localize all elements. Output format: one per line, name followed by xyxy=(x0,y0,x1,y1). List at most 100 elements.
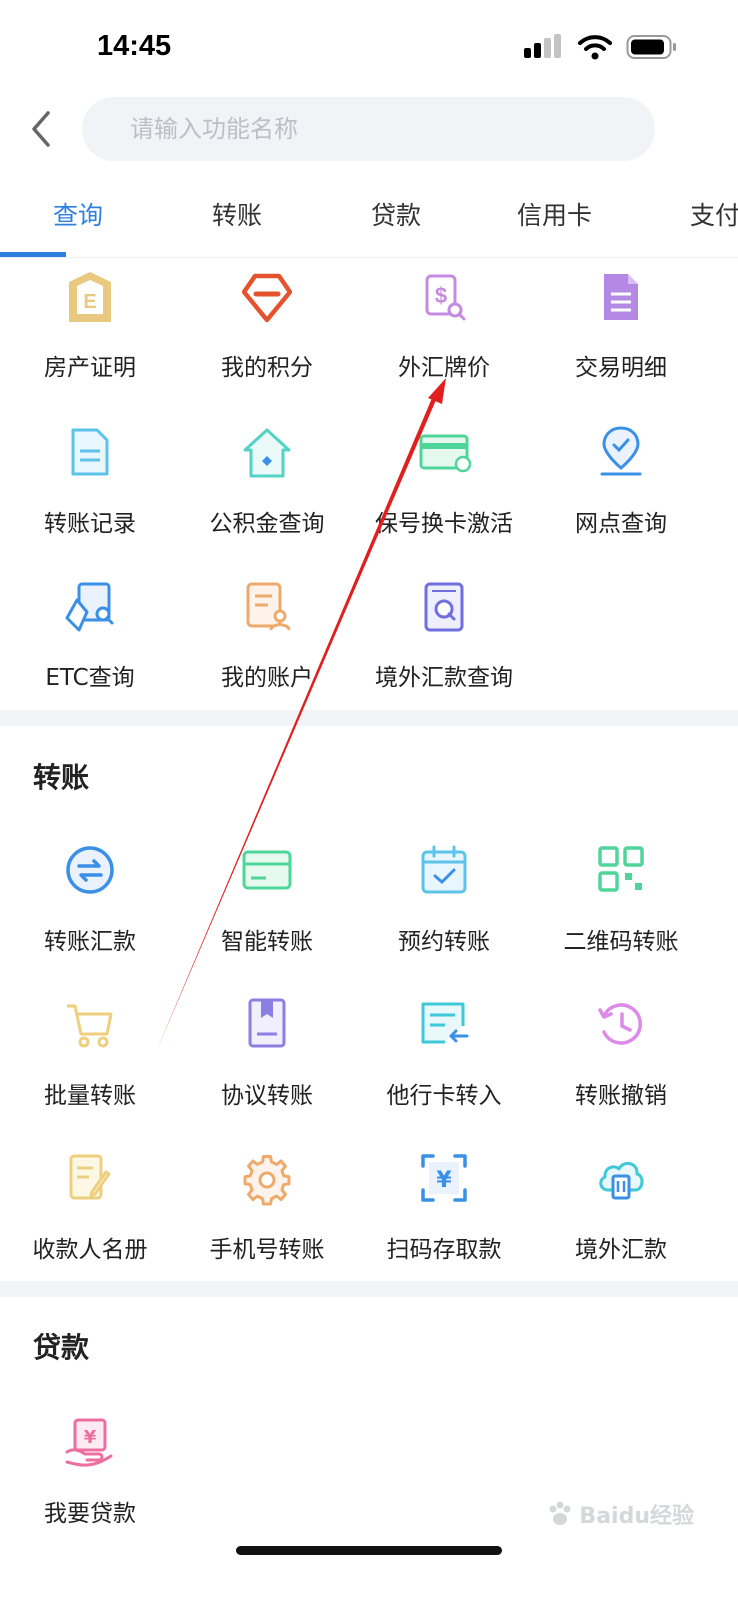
grid-item-label: 智能转账 xyxy=(221,929,313,955)
grid-item-label: 外汇牌价 xyxy=(398,355,490,381)
grid-item-label: 网点查询 xyxy=(575,511,667,537)
back-arrow-icon[interactable] xyxy=(26,109,58,149)
grid-item-transfer-revoke[interactable]: 转账撤销 xyxy=(531,996,711,1136)
svg-text:$: $ xyxy=(435,283,447,308)
scan-deposit-icon: ¥ xyxy=(421,1154,467,1202)
grid-item-batch-transfer[interactable]: 批量转账 xyxy=(0,996,180,1136)
grid-item-overseas-remittance[interactable]: 境外汇款 xyxy=(531,1150,711,1290)
card-activation-icon xyxy=(419,434,472,473)
watermark-text: Baidu经验 xyxy=(579,1504,694,1529)
grid-item-branch-query[interactable]: 网点查询 xyxy=(531,424,711,564)
grid-item-qrcode-transfer[interactable]: 二维码转账 xyxy=(531,842,711,982)
grid-item-label: 房产证明 xyxy=(44,355,136,381)
grid-item-label: 批量转账 xyxy=(44,1083,136,1109)
scheduled-transfer-icon xyxy=(421,845,467,894)
grid-item-scheduled-transfer[interactable]: 预约转账 xyxy=(354,842,534,982)
payee-list-icon xyxy=(69,1154,111,1200)
svg-text:¥: ¥ xyxy=(84,1427,97,1448)
property-certificate-icon: E xyxy=(69,272,111,322)
housing-fund-icon xyxy=(243,428,291,478)
tab-loan[interactable]: 贷款 xyxy=(371,196,421,232)
grid-item-label: 扫码存取款 xyxy=(386,1237,502,1263)
grid-item-my-points[interactable]: 我的积分 xyxy=(177,268,357,408)
transfer-record-icon xyxy=(71,428,109,476)
status-bar: 14:45 xyxy=(0,0,738,90)
transfer-revoke-icon xyxy=(598,1003,642,1045)
status-time: 14:45 xyxy=(97,30,172,62)
overseas-remittance-cloud-icon xyxy=(599,1161,644,1200)
grid-item-label: 预约转账 xyxy=(398,929,490,955)
category-tabs: 查询 转账 贷款 信用卡 支付 xyxy=(0,180,738,258)
search-input[interactable] xyxy=(82,97,655,161)
grid-item-label: 手机号转账 xyxy=(209,1237,325,1263)
grid-item-label: 公积金查询 xyxy=(209,511,325,537)
tab-active-indicator xyxy=(0,252,66,257)
forex-rate-icon: $ xyxy=(425,274,466,321)
tab-transfer[interactable]: 转账 xyxy=(212,196,262,232)
grid-item-label: 转账撤销 xyxy=(575,1083,667,1109)
grid-item-label: 我的账户 xyxy=(221,665,313,691)
grid-item-housing-fund[interactable]: 公积金查询 xyxy=(177,424,357,564)
section-title-transfer: 转账 xyxy=(33,761,90,794)
home-indicator[interactable] xyxy=(236,1546,502,1555)
batch-transfer-cart-icon xyxy=(67,1004,113,1048)
grid-item-my-account[interactable]: 我的账户 xyxy=(177,578,357,718)
grid-item-agreement-transfer[interactable]: 协议转账 xyxy=(177,996,357,1136)
grid-item-phone-transfer[interactable]: 手机号转账 xyxy=(177,1150,357,1290)
grid-item-card-activation[interactable]: 保号换卡激活 xyxy=(354,424,534,564)
search-box[interactable] xyxy=(82,97,655,161)
section-title-loan: 贷款 xyxy=(33,1331,90,1364)
grid-item-label: 我的积分 xyxy=(221,355,313,381)
section-divider xyxy=(0,1281,738,1297)
grid-item-label: 保号换卡激活 xyxy=(375,511,513,537)
status-icons xyxy=(524,34,678,60)
grid-item-label: 他行卡转入 xyxy=(386,1083,502,1109)
search-row xyxy=(0,97,738,161)
grid-item-label: 转账记录 xyxy=(44,511,136,537)
points-diamond-icon xyxy=(242,273,292,323)
transaction-detail-icon xyxy=(604,274,638,320)
grid-item-other-bank-transfer-in[interactable]: 他行卡转入 xyxy=(354,996,534,1136)
agreement-transfer-icon xyxy=(248,998,286,1048)
smart-transfer-icon xyxy=(242,850,292,890)
grid-item-transaction-detail[interactable]: 交易明细 xyxy=(531,268,711,408)
grid-item-etc-query[interactable]: ETC查询 xyxy=(0,578,180,718)
grid-item-label: 境外汇款 xyxy=(575,1237,667,1263)
overseas-remittance-query-icon xyxy=(424,582,464,632)
grid-item-label: 交易明细 xyxy=(575,355,667,381)
grid-item-transfer-remit[interactable]: 转账汇款 xyxy=(0,842,180,982)
grid-item-transfer-record[interactable]: 转账记录 xyxy=(0,424,180,564)
battery-icon xyxy=(626,35,676,59)
svg-text:E: E xyxy=(83,291,96,313)
qrcode-transfer-icon xyxy=(598,846,644,892)
tab-query[interactable]: 查询 xyxy=(53,196,103,232)
grid-item-payee-list[interactable]: 收款人名册 xyxy=(0,1150,180,1290)
other-bank-transfer-in-icon xyxy=(421,1002,469,1044)
grid-item-scan-deposit[interactable]: ¥ 扫码存取款 xyxy=(354,1150,534,1290)
grid-item-label: 我要贷款 xyxy=(44,1501,136,1527)
transfer-remit-icon xyxy=(66,846,114,894)
my-account-icon xyxy=(246,582,291,631)
grid-item-label: 境外汇款查询 xyxy=(375,665,513,691)
wifi-icon xyxy=(578,35,612,60)
apply-loan-icon: ¥ xyxy=(65,1418,113,1467)
grid-item-label: 二维码转账 xyxy=(563,929,679,955)
grid-item-label: 转账汇款 xyxy=(44,929,136,955)
grid-item-smart-transfer[interactable]: 智能转账 xyxy=(177,842,357,982)
branch-location-icon xyxy=(600,426,642,476)
svg-text:¥: ¥ xyxy=(436,1168,452,1193)
baidu-paw-icon xyxy=(549,1501,571,1525)
grid-item-label: ETC查询 xyxy=(45,665,135,691)
section-divider xyxy=(0,710,738,726)
baidu-watermark: Baidu经验 xyxy=(547,1498,694,1530)
tab-credit-card[interactable]: 信用卡 xyxy=(517,196,592,232)
grid-item-label: 收款人名册 xyxy=(32,1237,148,1263)
grid-item-label: 协议转账 xyxy=(221,1083,313,1109)
grid-item-property-certificate[interactable]: E 房产证明 xyxy=(0,268,180,408)
grid-item-apply-loan[interactable]: ¥ 我要贷款 xyxy=(0,1414,180,1554)
tab-payment[interactable]: 支付 xyxy=(690,196,738,232)
phone-transfer-gear-icon xyxy=(243,1155,291,1206)
etc-query-icon xyxy=(65,582,114,632)
grid-item-forex-rate[interactable]: $ 外汇牌价 xyxy=(354,268,534,408)
grid-item-overseas-remittance-query[interactable]: 境外汇款查询 xyxy=(354,578,534,718)
